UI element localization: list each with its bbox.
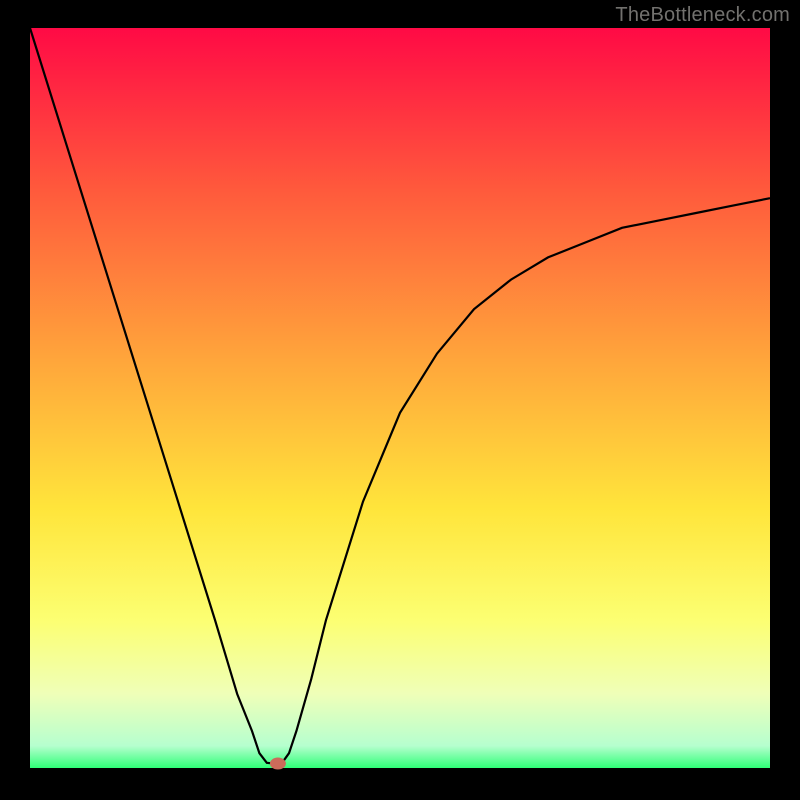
- watermark: TheBottleneck.com: [615, 4, 790, 27]
- optimum-marker: [270, 758, 286, 770]
- chart-frame: TheBottleneck.com: [0, 0, 800, 800]
- plot-area: [30, 28, 770, 768]
- gradient-plot: [0, 0, 800, 800]
